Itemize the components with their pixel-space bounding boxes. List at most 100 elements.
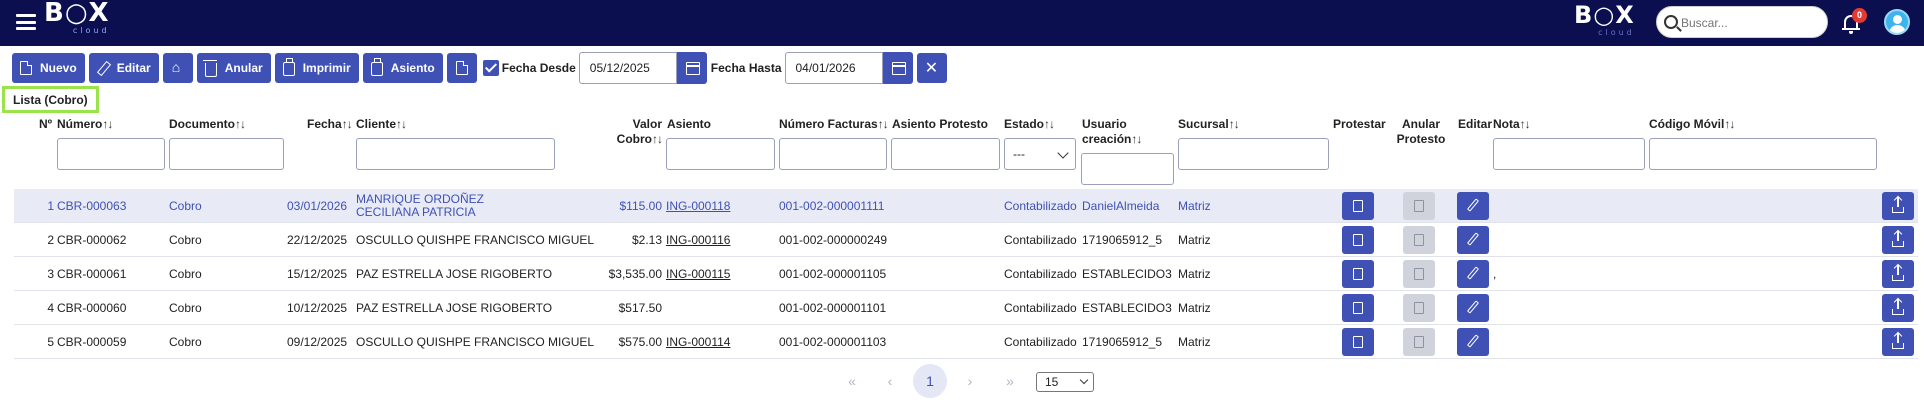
protest-button[interactable] xyxy=(1342,328,1374,356)
date-from-label: Fecha Desde xyxy=(501,61,576,75)
calendar-icon[interactable] xyxy=(676,52,707,84)
print-button[interactable]: Imprimir xyxy=(274,53,359,83)
filter-nota[interactable] xyxy=(1493,138,1645,170)
date-from-input[interactable]: 05/12/2025 xyxy=(578,52,677,84)
filter-numero[interactable] xyxy=(57,138,165,170)
export-button[interactable] xyxy=(446,53,477,83)
asiento-link[interactable]: ING-000116 xyxy=(666,233,730,247)
table-row[interactable]: 2 CBR-000062 Cobro 22/12/2025 OSCULLO QU… xyxy=(14,223,1918,257)
protest-button[interactable] xyxy=(1342,226,1374,254)
user-avatar[interactable] xyxy=(1884,9,1910,35)
search-input[interactable] xyxy=(1681,13,1821,33)
col-label: Documento xyxy=(169,117,235,131)
upload-button[interactable] xyxy=(1882,226,1914,254)
first-page-button[interactable]: « xyxy=(836,365,868,397)
next-page-button[interactable]: › xyxy=(954,365,986,397)
page-size-select[interactable]: 15 xyxy=(1036,372,1094,392)
last-page-button[interactable]: » xyxy=(994,365,1026,397)
cancel-protest-button xyxy=(1403,328,1435,356)
col-header-nota[interactable]: Nota↑↓ xyxy=(1493,117,1531,131)
cell-fecha: 09/12/2025 xyxy=(287,335,348,349)
global-search[interactable] xyxy=(1656,6,1828,38)
cell-asiento[interactable]: ING-000116 xyxy=(666,223,730,257)
cell-asiento[interactable]: ING-000118 xyxy=(666,189,730,223)
col-header-valor-cobro[interactable]: Valor Cobro↑↓ xyxy=(606,117,663,147)
journal-entry-button-label: Asiento xyxy=(390,61,435,75)
chevron-down-icon xyxy=(1079,375,1089,385)
edit-row-button[interactable] xyxy=(1457,226,1489,254)
prev-page-button[interactable]: ‹ xyxy=(874,365,906,397)
cell-asiento[interactable]: ING-000115 xyxy=(666,257,730,291)
col-label: Protesto xyxy=(1396,132,1446,146)
sort-icon: ↑↓ xyxy=(1724,117,1735,131)
page-1-button[interactable]: 1 xyxy=(913,364,947,398)
filter-cliente[interactable] xyxy=(356,138,555,170)
col-header-cliente[interactable]: Cliente↑↓ xyxy=(356,117,407,131)
edit-row-button[interactable] xyxy=(1457,192,1489,220)
file-icon xyxy=(1414,302,1424,314)
col-header-codigo-movil[interactable]: Código Móvil↑↓ xyxy=(1649,117,1735,131)
col-header-usuario-creacion[interactable]: Usuario creación↑↓ xyxy=(1082,117,1142,147)
edit-row-button[interactable] xyxy=(1457,328,1489,356)
col-header-sucursal[interactable]: Sucursal↑↓ xyxy=(1178,117,1240,131)
asiento-link[interactable]: ING-000114 xyxy=(666,335,730,349)
filter-numero-facturas[interactable] xyxy=(779,138,887,170)
bank-button[interactable] xyxy=(162,53,193,83)
new-button[interactable]: Nuevo xyxy=(12,53,85,83)
asiento-link[interactable]: ING-000115 xyxy=(666,267,730,281)
col-label: creación xyxy=(1082,132,1132,146)
col-header-numero[interactable]: Número↑↓ xyxy=(57,117,113,131)
edit-row-button[interactable] xyxy=(1457,260,1489,288)
upload-button[interactable] xyxy=(1882,328,1914,356)
col-header-estado[interactable]: Estado↑↓ xyxy=(1004,117,1055,131)
journal-entry-button[interactable]: Asiento xyxy=(362,53,443,83)
edit-button[interactable]: Editar xyxy=(88,53,159,83)
table-row[interactable]: 5 CBR-000059 Cobro 09/12/2025 OSCULLO QU… xyxy=(14,325,1918,359)
col-label: Número xyxy=(57,117,103,131)
brand-logo[interactable]: B○X cloud xyxy=(44,0,110,35)
filter-asiento-protesto[interactable] xyxy=(891,138,1000,170)
col-header-numero-facturas[interactable]: Número Facturas↑↓ xyxy=(779,117,889,131)
cancel-protest-button xyxy=(1403,294,1435,322)
table-row[interactable]: 3 CBR-000061 Cobro 15/12/2025 PAZ ESTREL… xyxy=(14,257,1918,291)
protest-button[interactable] xyxy=(1342,260,1374,288)
clear-dates-button[interactable]: ✕ xyxy=(916,53,947,83)
table-row[interactable]: 1 CBR-000063 Cobro 03/01/2026 MANRIQUE O… xyxy=(14,189,1918,223)
sort-icon: ↑↓ xyxy=(1044,117,1055,131)
cell-asiento[interactable]: ING-000114 xyxy=(666,325,730,359)
cell-numero: CBR-000059 xyxy=(57,335,127,349)
filter-codigo-movil[interactable] xyxy=(1649,138,1877,170)
protest-button[interactable] xyxy=(1342,192,1374,220)
cell-cliente: OSCULLO QUISHPE FRANCISCO MIGUEL xyxy=(356,233,595,247)
edit-row-button[interactable] xyxy=(1457,294,1489,322)
upload-button[interactable] xyxy=(1882,294,1914,322)
void-button[interactable]: Anular xyxy=(196,53,271,83)
col-header-documento[interactable]: Documento↑↓ xyxy=(169,117,246,131)
calendar-icon[interactable] xyxy=(882,52,913,84)
table-row[interactable]: 4 CBR-000060 Cobro 10/12/2025 PAZ ESTREL… xyxy=(14,291,1918,325)
printer-icon xyxy=(282,58,295,76)
cell-usuario: 1719065912_5 xyxy=(1082,335,1163,349)
protest-button[interactable] xyxy=(1342,294,1374,322)
filter-asiento[interactable] xyxy=(666,138,775,170)
toolbar: Nuevo Editar Anular Imprimir Asiento Fec… xyxy=(12,52,947,84)
upload-button[interactable] xyxy=(1882,192,1914,220)
filter-usuario-creacion[interactable] xyxy=(1081,153,1174,185)
cell-no: 3 xyxy=(47,267,54,281)
upload-button[interactable] xyxy=(1882,260,1914,288)
asiento-link[interactable]: ING-000118 xyxy=(666,199,730,213)
printer-icon xyxy=(370,58,383,76)
date-filter-checkbox[interactable] xyxy=(482,60,499,76)
col-label: Código Móvil xyxy=(1649,117,1725,131)
cell-estado: Contabilizado xyxy=(1004,233,1077,247)
cell-documento: Cobro xyxy=(169,267,202,281)
menu-icon[interactable] xyxy=(16,14,36,30)
filter-documento[interactable] xyxy=(169,138,284,170)
cell-usuario: ESTABLECIDO3 xyxy=(1082,301,1172,315)
date-to-input[interactable]: 04/01/2026 xyxy=(784,52,883,84)
filter-estado-select[interactable]: --- xyxy=(1004,138,1076,170)
cell-numero: CBR-000063 xyxy=(57,199,127,213)
col-header-fecha[interactable]: Fecha↑↓ xyxy=(307,117,353,131)
filter-sucursal[interactable] xyxy=(1178,138,1329,170)
edit-button-label: Editar xyxy=(116,61,151,75)
